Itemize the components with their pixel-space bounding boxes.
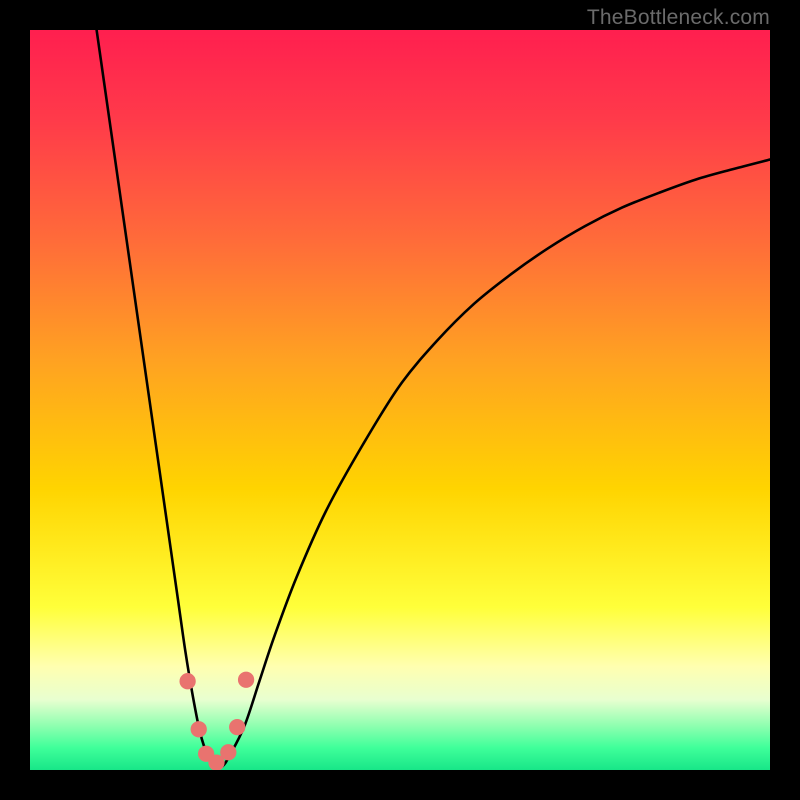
plot-area xyxy=(30,30,770,770)
trough-marker xyxy=(191,721,207,737)
trough-marker xyxy=(238,672,254,688)
trough-marker xyxy=(229,719,245,735)
trough-marker xyxy=(220,744,236,760)
watermark-text: TheBottleneck.com xyxy=(587,6,770,30)
chart-frame: TheBottleneck.com xyxy=(0,0,800,800)
trough-marker xyxy=(179,673,195,689)
bottleneck-curve xyxy=(97,30,770,768)
curve-layer xyxy=(30,30,770,770)
trough-markers xyxy=(179,672,254,770)
